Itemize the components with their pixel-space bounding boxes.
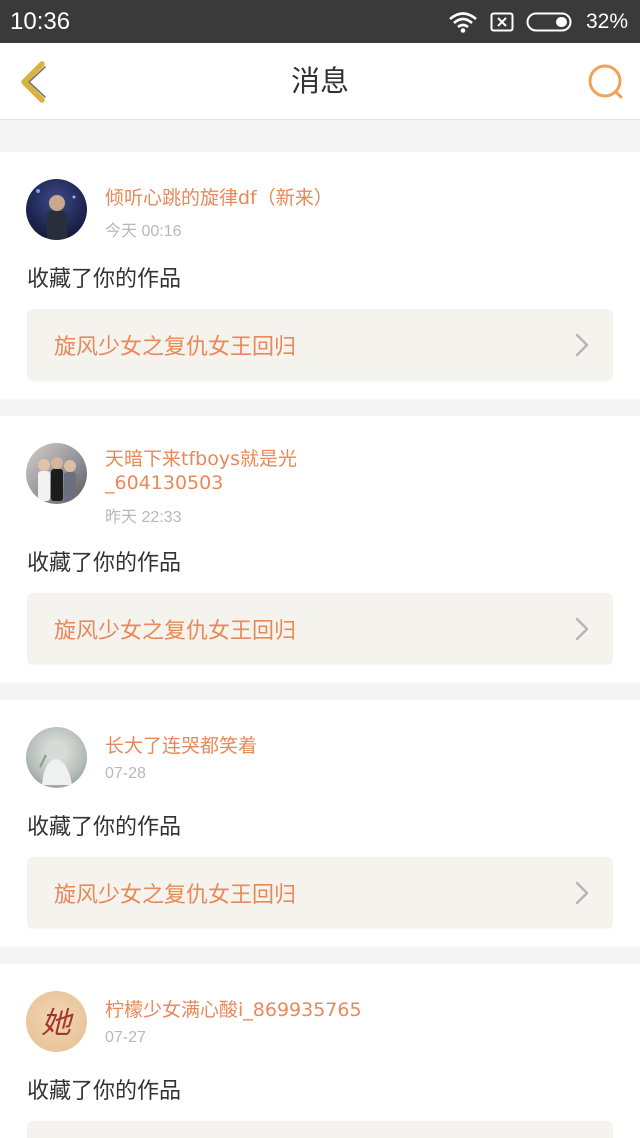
status-bar: 10:36 32% bbox=[0, 0, 640, 43]
work-title: 旋风少女之复仇女王回归 bbox=[54, 335, 297, 360]
timestamp: 昨天 22:33 bbox=[105, 509, 182, 526]
username[interactable]: 柠檬少女满心酸i_869935765 bbox=[105, 998, 405, 1022]
work-link[interactable]: 旋风少女之复仇女王回归 bbox=[27, 857, 613, 929]
chevron-right-icon bbox=[575, 881, 589, 905]
search-icon bbox=[588, 64, 623, 99]
back-button[interactable] bbox=[14, 58, 54, 106]
username[interactable]: 倾听心跳的旋律df（新来） bbox=[105, 186, 405, 210]
status-icons: 32% bbox=[448, 10, 628, 34]
notification-card[interactable]: 长大了连哭都笑着 07-28 收藏了你的作品 旋风少女之复仇女王回归 bbox=[0, 700, 640, 947]
sim-off-icon bbox=[490, 12, 514, 31]
username[interactable]: 长大了连哭都笑着 bbox=[105, 734, 405, 758]
work-title: 旋风少女之复仇女王回归 bbox=[54, 883, 297, 908]
battery-icon bbox=[526, 12, 572, 31]
avatar-image bbox=[38, 457, 76, 502]
search-button[interactable] bbox=[586, 62, 626, 102]
avatar[interactable] bbox=[26, 443, 87, 504]
work-title: 旋风少女之复仇女王回归 bbox=[54, 619, 297, 644]
action-text: 收藏了你的作品 bbox=[27, 815, 182, 840]
action-text: 收藏了你的作品 bbox=[27, 267, 182, 292]
username[interactable]: 天暗下来tfboys就是光 _604130503 bbox=[105, 447, 405, 495]
chevron-right-icon bbox=[575, 333, 589, 357]
battery-percent: 32% bbox=[585, 9, 628, 33]
chevron-right-icon bbox=[575, 617, 589, 641]
avatar-image bbox=[39, 740, 72, 785]
notification-card[interactable]: 天暗下来tfboys就是光 _604130503 昨天 22:33 收藏了你的作… bbox=[0, 416, 640, 683]
action-text: 收藏了你的作品 bbox=[27, 551, 182, 576]
avatar[interactable] bbox=[26, 727, 87, 788]
chevron-left-icon bbox=[21, 61, 46, 103]
username-line-2: _604130503 bbox=[105, 472, 224, 494]
avatar[interactable]: 她 bbox=[26, 991, 87, 1052]
avatar-image: 她 bbox=[41, 1006, 74, 1041]
timestamp: 07-27 bbox=[105, 1029, 146, 1046]
avatar-image bbox=[36, 189, 76, 240]
timestamp: 07-28 bbox=[105, 765, 146, 782]
avatar-signature: 她 bbox=[41, 1006, 74, 1041]
work-link[interactable]: 旋风少女之复仇女王回归 bbox=[27, 593, 613, 665]
avatar[interactable] bbox=[26, 179, 87, 240]
notification-card[interactable]: 倾听心跳的旋律df（新来） 今天 00:16 收藏了你的作品 旋风少女之复仇女王… bbox=[0, 152, 640, 399]
page-title: 消息 bbox=[290, 64, 349, 98]
action-text: 收藏了你的作品 bbox=[27, 1079, 182, 1104]
status-time: 10:36 bbox=[10, 7, 71, 35]
header: 消息 bbox=[0, 43, 640, 120]
work-link[interactable]: 旋风少女之复仇女王回归 bbox=[27, 309, 613, 381]
wifi-icon bbox=[449, 11, 477, 33]
work-link[interactable] bbox=[27, 1121, 613, 1138]
username-line-1: 天暗下来tfboys就是光 bbox=[105, 448, 297, 470]
notification-card[interactable]: 她 柠檬少女满心酸i_869935765 07-27 收藏了你的作品 bbox=[0, 964, 640, 1138]
timestamp: 今天 00:16 bbox=[105, 223, 182, 240]
